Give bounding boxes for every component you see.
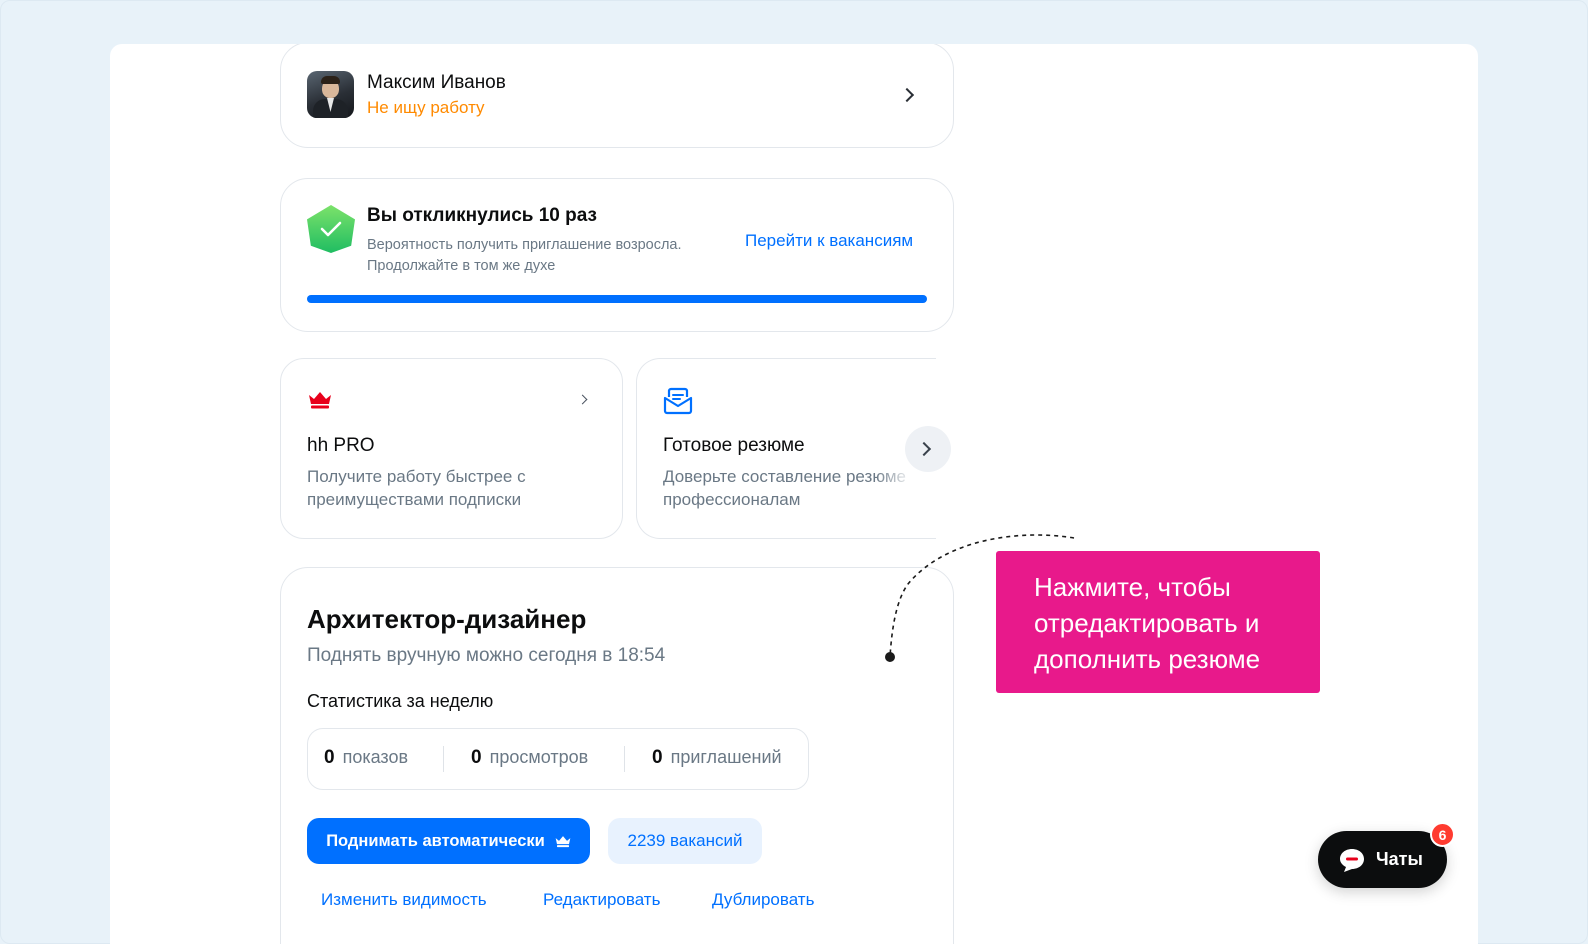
- crown-icon: [309, 392, 331, 409]
- duplicate-link[interactable]: Дублировать: [712, 890, 814, 910]
- promo-description: Получите работу быстрее с преимуществами…: [307, 467, 526, 509]
- chevron-right-icon: [916, 441, 932, 457]
- raise-info: Поднять вручную можно сегодня в 18:54: [307, 645, 666, 666]
- stats-label: Статистика за неделю: [307, 691, 494, 711]
- profile-name: Максим Иванов: [367, 72, 506, 93]
- envelope-icon: [663, 387, 693, 415]
- avatar: [307, 71, 354, 118]
- auto-raise-label: Поднимать автоматически: [326, 831, 545, 850]
- resume-title[interactable]: Архитектор-дизайнер: [307, 604, 586, 635]
- stat-views: 0 просмотров: [471, 747, 589, 768]
- carousel-next-button[interactable]: [905, 426, 951, 472]
- check-badge-icon: [307, 205, 355, 253]
- change-visibility-link[interactable]: Изменить видимость: [321, 890, 487, 910]
- stat-invitations: 0 приглашений: [652, 747, 782, 768]
- progress-fill: [307, 295, 927, 303]
- resume-card: Архитектор-дизайнер Поднять вручную можн…: [280, 567, 954, 944]
- profile-card[interactable]: Максим Иванов Не ищу работу: [280, 44, 954, 148]
- tutorial-callout: Нажмите, чтобы отредактировать и дополни…: [996, 551, 1320, 693]
- job-search-status: Не ищу работу: [367, 98, 485, 117]
- weekly-stats: 0 показов 0 просмотров 0 приглашений: [307, 728, 809, 790]
- divider: [624, 746, 625, 772]
- vacancies-button[interactable]: 2239 вакансий: [608, 818, 762, 864]
- promo-description: Доверьте составление резюме профессионал…: [663, 465, 913, 511]
- main-page: Максим Иванов Не ищу работу Вы откликнул…: [110, 44, 1478, 944]
- chats-button[interactable]: Чаты: [1318, 831, 1447, 888]
- responses-card: Вы откликнулись 10 раз Вероятность получ…: [280, 178, 954, 332]
- divider: [443, 746, 444, 772]
- responses-title: Вы откликнулись 10 раз: [367, 205, 597, 226]
- promo-title: hh PRO: [307, 435, 375, 456]
- chevron-right-icon: [899, 87, 915, 103]
- edit-link[interactable]: Редактировать: [543, 890, 660, 910]
- crown-icon: [555, 835, 571, 847]
- stat-impressions: 0 показов: [324, 747, 409, 768]
- chats-label: Чаты: [1376, 849, 1423, 869]
- unread-count-badge: 6: [1430, 822, 1455, 847]
- go-to-vacancies-link[interactable]: Перейти к вакансиям: [745, 231, 913, 251]
- auto-raise-button[interactable]: Поднимать автоматически: [307, 818, 590, 864]
- responses-progress-bar: [307, 295, 927, 303]
- promo-title: Готовое резюме: [663, 435, 805, 456]
- ready-resume-card[interactable]: Готовое резюме Доверьте составление резю…: [636, 358, 936, 539]
- chevron-right-icon: [577, 394, 588, 405]
- chat-bubble-icon: [1340, 848, 1364, 872]
- responses-description: Вероятность получить приглашение возросл…: [367, 237, 682, 274]
- promo-description-text: Доверьте составление резюме профессионал…: [663, 467, 907, 509]
- hh-pro-card[interactable]: hh PRO Получите работу быстрее с преимущ…: [280, 358, 623, 539]
